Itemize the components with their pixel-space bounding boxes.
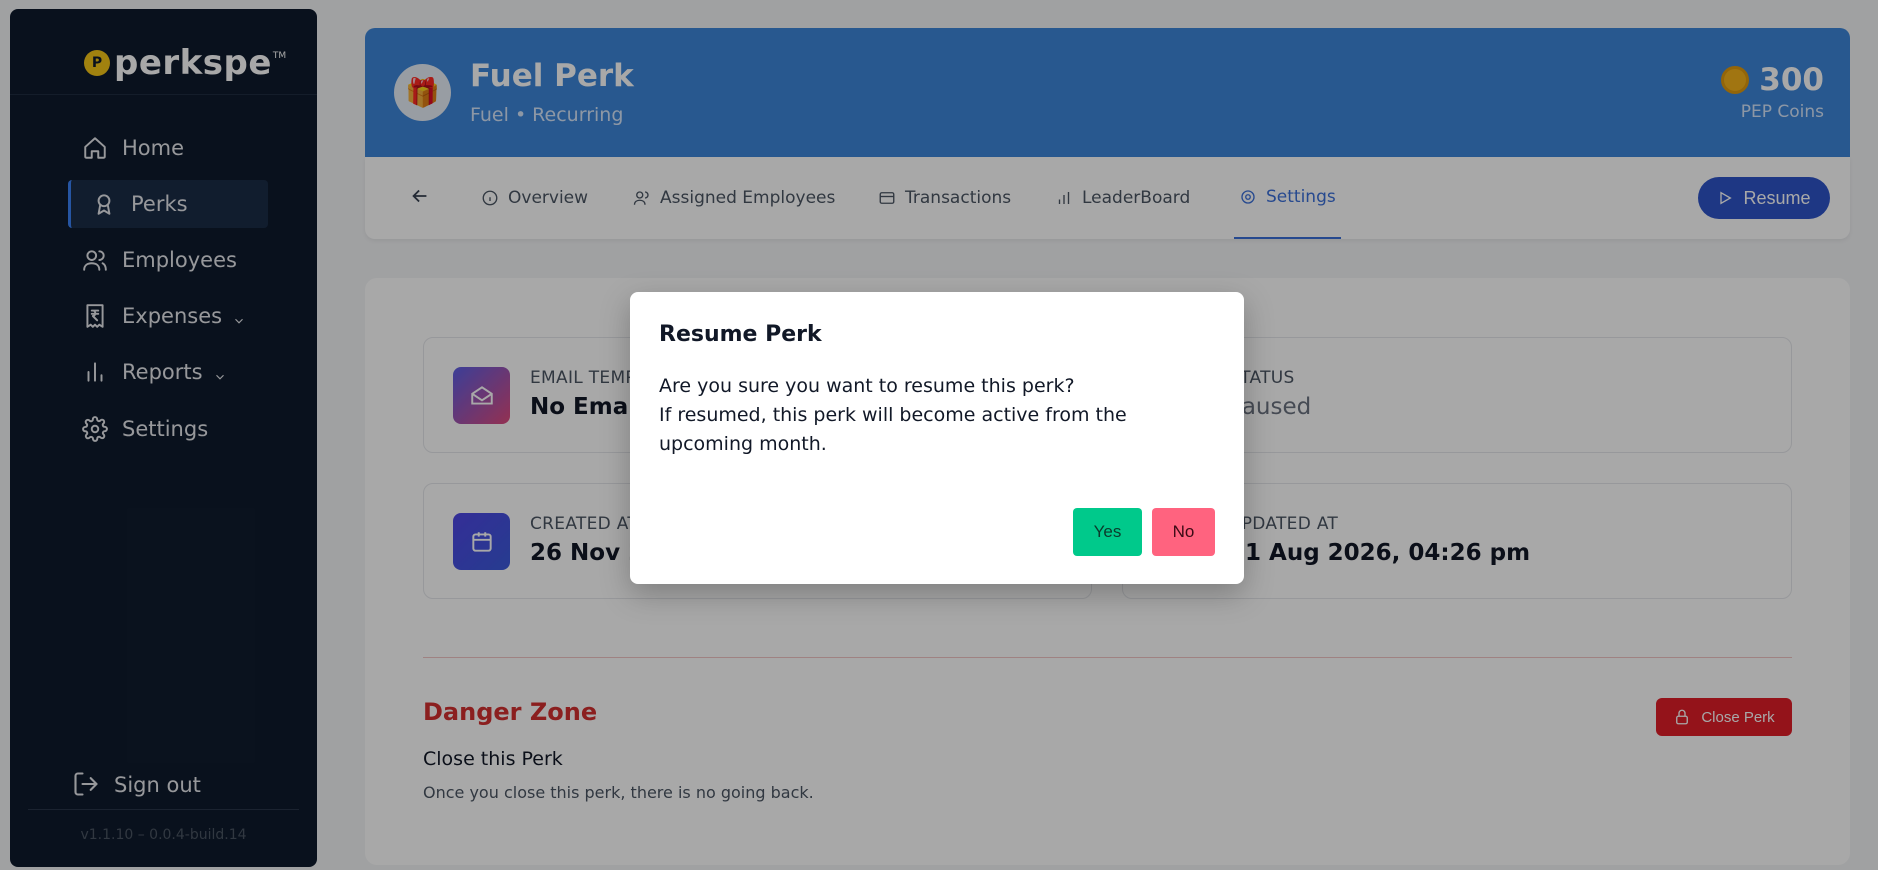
dialog-question: Are you sure you want to resume this per… bbox=[659, 375, 1075, 397]
no-button[interactable]: No bbox=[1152, 508, 1215, 556]
dialog-body: Are you sure you want to resume this per… bbox=[659, 372, 1219, 459]
dialog-explanation: If resumed, this perk will become active… bbox=[659, 404, 1127, 455]
resume-perk-dialog: Resume Perk Are you sure you want to res… bbox=[630, 292, 1244, 584]
dialog-title: Resume Perk bbox=[659, 322, 822, 347]
yes-button[interactable]: Yes bbox=[1073, 508, 1142, 556]
